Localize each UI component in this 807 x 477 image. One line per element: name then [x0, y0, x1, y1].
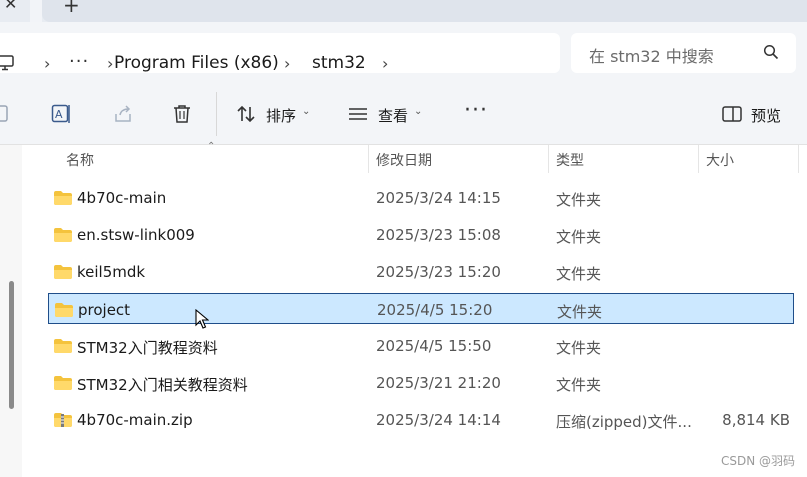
toolbar-separator: [216, 92, 217, 136]
file-row[interactable]: STM32入门教程资料 2025/4/5 15:50 文件夹: [48, 330, 794, 361]
file-modified: 2025/3/21 21:20: [376, 374, 501, 392]
file-type: 压缩(zipped)文件...: [556, 413, 692, 431]
zip-folder-icon: [53, 412, 73, 432]
folder-icon: [54, 302, 74, 322]
preview-button[interactable]: 预览: [751, 105, 781, 126]
file-modified: 2025/4/5 15:20: [377, 301, 493, 319]
file-type: 文件夹: [556, 228, 602, 246]
column-divider[interactable]: [548, 145, 549, 173]
file-row[interactable]: en.stsw-link009 2025/3/23 15:08 文件夹: [48, 219, 794, 250]
column-header-modified[interactable]: 修改日期: [376, 150, 432, 170]
sort-chevron-down-icon[interactable]: ⌄: [302, 106, 310, 117]
folder-icon: [53, 227, 73, 247]
folder-icon: [53, 338, 73, 358]
file-row-selected[interactable]: project 2025/4/5 15:20 文件夹: [48, 293, 794, 324]
file-type: 文件夹: [556, 191, 602, 209]
file-type: 文件夹: [556, 265, 602, 283]
folder-icon: [53, 190, 73, 210]
file-modified: 2025/4/5 15:50: [376, 337, 492, 355]
active-tab-edge: [30, 0, 42, 22]
vertical-scrollbar[interactable]: [0, 145, 22, 477]
breadcrumb-overflow-button[interactable]: ···: [69, 51, 89, 72]
svg-text:A: A: [55, 108, 63, 121]
file-size: 8,814 KB: [722, 411, 790, 429]
breadcrumb-chevron-icon[interactable]: ›: [44, 54, 50, 73]
column-divider[interactable]: [698, 145, 699, 173]
file-name: keil5mdk: [77, 263, 146, 281]
command-bar: A 排序 ⌄ 查看 ⌄ ··· 预览: [0, 84, 807, 145]
folder-icon: [53, 375, 73, 395]
watermark: CSDN @羽码: [720, 454, 795, 468]
file-name: STM32入门相关教程资料: [77, 376, 248, 394]
tab-strip-area: ✕ +: [0, 0, 807, 22]
search-placeholder: 在 stm32 中搜索: [589, 47, 714, 66]
file-name: project: [78, 301, 131, 319]
file-modified: 2025/3/24 14:14: [376, 411, 501, 429]
file-modified: 2025/3/23 15:08: [376, 226, 501, 244]
breadcrumb-chevron-icon[interactable]: ›: [382, 54, 388, 73]
copy-icon[interactable]: [0, 103, 12, 129]
file-list-area: 名称 ⌃ 修改日期 类型 大小 4b70c-main 2025/3/24 14:1…: [0, 141, 807, 477]
file-row[interactable]: 4b70c-main 2025/3/24 14:15 文件夹: [48, 182, 794, 213]
delete-icon[interactable]: [172, 103, 192, 129]
file-type: 文件夹: [557, 303, 603, 321]
file-name: 4b70c-main.zip: [77, 411, 193, 429]
search-icon[interactable]: [763, 44, 779, 64]
view-button[interactable]: 查看: [378, 105, 408, 126]
address-bar[interactable]: › ··· › Program Files (x86) › stm32 ›: [0, 33, 560, 73]
file-name: 4b70c-main: [77, 189, 167, 207]
breadcrumb-chevron-icon[interactable]: ›: [284, 54, 290, 73]
new-tab-button[interactable]: +: [63, 0, 80, 17]
breadcrumb-chevron-icon[interactable]: ›: [107, 54, 113, 73]
breadcrumb-program-files[interactable]: Program Files (x86): [114, 53, 279, 73]
file-row[interactable]: keil5mdk 2025/3/23 15:20 文件夹: [48, 256, 794, 287]
file-row[interactable]: 4b70c-main.zip 2025/3/24 14:14 压缩(zipped)文…: [48, 404, 794, 435]
mouse-cursor-icon: [195, 308, 210, 333]
share-icon[interactable]: [112, 103, 134, 129]
column-header-size[interactable]: 大小: [706, 150, 734, 170]
column-divider[interactable]: [368, 145, 369, 173]
column-header-type[interactable]: 类型: [556, 150, 584, 170]
close-tab-icon[interactable]: ✕: [4, 0, 17, 13]
file-row[interactable]: STM32入门相关教程资料 2025/3/21 21:20 文件夹: [48, 367, 794, 398]
monitor-icon[interactable]: [0, 54, 14, 76]
tab-strip: [42, 0, 807, 22]
column-header-name[interactable]: 名称: [66, 150, 94, 170]
file-type: 文件夹: [556, 339, 602, 357]
file-name: STM32入门教程资料: [77, 339, 218, 357]
rename-icon[interactable]: A: [51, 103, 73, 129]
file-type: 文件夹: [556, 376, 602, 394]
preview-pane-icon[interactable]: [721, 103, 743, 129]
sort-button[interactable]: 排序: [266, 105, 296, 126]
column-divider[interactable]: [798, 145, 799, 173]
search-input[interactable]: 在 stm32 中搜索: [571, 33, 796, 73]
sort-ascending-icon: ⌃: [207, 141, 216, 152]
sort-icon[interactable]: [235, 103, 257, 129]
more-options-button[interactable]: ···: [464, 98, 488, 123]
view-icon[interactable]: [347, 103, 369, 129]
file-modified: 2025/3/24 14:15: [376, 189, 501, 207]
address-bar-area: › ··· › Program Files (x86) › stm32 › 在 …: [0, 22, 807, 84]
breadcrumb-stm32[interactable]: stm32: [312, 53, 366, 73]
folder-icon: [53, 264, 73, 284]
file-modified: 2025/3/23 15:20: [376, 263, 501, 281]
view-chevron-down-icon[interactable]: ⌄: [414, 106, 422, 117]
file-name: en.stsw-link009: [77, 226, 195, 244]
scrollbar-thumb[interactable]: [9, 281, 14, 409]
